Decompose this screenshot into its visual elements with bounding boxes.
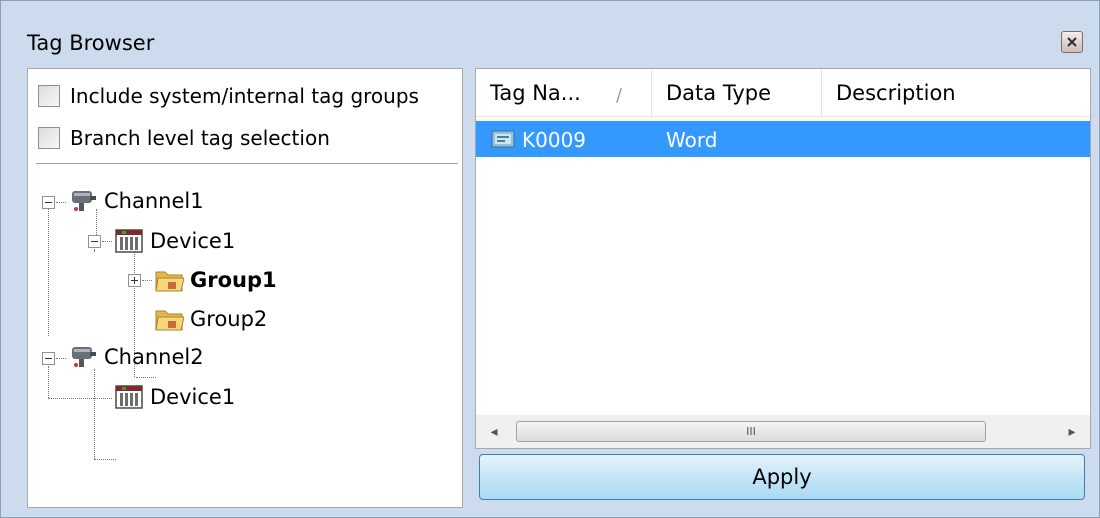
close-button[interactable] [1061,31,1083,53]
tree-line [136,377,156,378]
group2-label: Group2 [190,307,268,331]
include-system-checkbox[interactable] [38,85,60,107]
tree-node-group1[interactable]: Group1 [154,264,277,296]
device1-channel2-label: Device1 [150,385,236,409]
include-system-label: Include system/internal tag groups [70,84,419,108]
scroll-right-button[interactable]: ▸ [1054,415,1090,448]
branch-level-option[interactable]: Branch level tag selection [38,123,330,153]
tree-node-channel1[interactable]: Channel1 [68,185,204,217]
sort-indicator-icon: / [616,85,623,106]
close-icon [1067,37,1077,47]
tree-node-device1[interactable]: Device1 [114,225,235,257]
options-separator [36,163,458,165]
column-header-row: Tag Na... / Data Type Description [476,69,1090,117]
device1-label: Device1 [150,229,236,253]
channel1-label: Channel1 [104,189,204,213]
device1-collapse-toggle[interactable] [88,235,101,248]
tree-line [94,369,95,459]
tree-node-channel2[interactable]: Channel2 [68,341,204,373]
channel1-collapse-toggle[interactable] [42,196,55,209]
tag-name-cell: K0009 [522,128,587,152]
tree-line [94,459,116,460]
chevron-left-icon: ◂ [490,423,498,440]
tag-group-pane: Include system/internal tag groups Branc… [27,68,463,508]
tag-name-header-label: Tag Na... [490,81,581,105]
branch-level-label: Branch level tag selection [70,126,330,150]
folder-icon [155,310,184,331]
tree-line [48,209,49,336]
device-icon [115,229,143,253]
title-bar: Tag Browser [1,1,1099,61]
group1-expand-toggle[interactable] [128,274,141,287]
tag-tree: Channel1 Device1 Group1 Group2 Channel2 … [28,169,462,499]
tag-browser-window: Tag Browser Include system/internal tag … [0,0,1100,518]
tree-line [94,249,95,251]
folder-icon [155,271,184,292]
tree-line [48,366,49,398]
channel-icon [72,347,96,367]
tree-line [142,280,152,281]
column-header-tag-name[interactable]: Tag Na... / [476,69,652,117]
data-type-cell: Word [666,128,718,152]
branch-level-checkbox[interactable] [38,127,60,149]
scrollbar-grip-icon: III [746,425,756,438]
description-header-label: Description [836,81,956,105]
table-row[interactable]: K0009 Word [476,121,1090,157]
horizontal-scrollbar[interactable]: ◂ III ▸ [476,415,1090,448]
tree-line [56,358,66,359]
tag-list-pane: Tag Na... / Data Type Description K0009 … [475,68,1091,449]
data-type-header-label: Data Type [666,81,772,105]
tree-node-device1-channel2[interactable]: Device1 [114,381,235,413]
group1-label: Group1 [190,268,277,292]
column-header-data-type[interactable]: Data Type [652,69,822,117]
include-system-option[interactable]: Include system/internal tag groups [38,81,419,111]
device-icon [115,385,143,409]
scroll-left-button[interactable]: ◂ [476,415,512,448]
scrollbar-thumb[interactable]: III [516,421,986,442]
window-title: Tag Browser [27,31,155,55]
tree-line [102,241,112,242]
channel2-label: Channel2 [104,345,204,369]
channel-icon [72,191,96,211]
column-header-description[interactable]: Description [822,69,1090,117]
chevron-right-icon: ▸ [1068,423,1076,440]
tree-node-group2[interactable]: Group2 [154,303,267,335]
tree-line [48,398,112,399]
channel2-collapse-toggle[interactable] [42,352,55,365]
tree-line [56,202,66,203]
apply-button[interactable]: Apply [479,454,1085,500]
tag-icon [491,130,515,148]
